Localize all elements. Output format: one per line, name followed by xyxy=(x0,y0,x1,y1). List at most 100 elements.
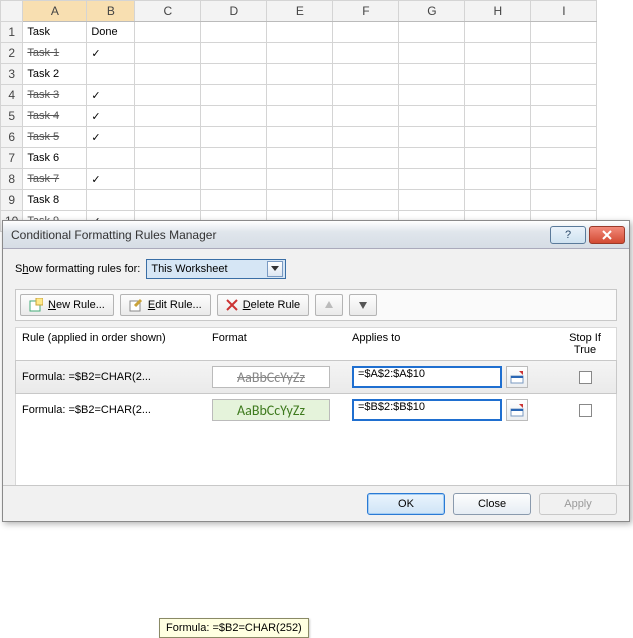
scope-combobox[interactable]: This Worksheet xyxy=(146,259,286,279)
cell-G8[interactable] xyxy=(399,169,465,190)
cell-C7[interactable] xyxy=(135,148,201,169)
range-selector-button[interactable] xyxy=(506,399,528,421)
cell-H8[interactable] xyxy=(465,169,531,190)
edit-rule-button[interactable]: Edit Rule... xyxy=(120,294,211,316)
cell-B4[interactable]: ✓ xyxy=(87,85,135,106)
delete-rule-button[interactable]: Delete Rule xyxy=(217,294,310,316)
cell-E6[interactable] xyxy=(267,127,333,148)
cell-E2[interactable] xyxy=(267,43,333,64)
col-header-F[interactable]: F xyxy=(333,1,399,22)
cell-F7[interactable] xyxy=(333,148,399,169)
cell-C6[interactable] xyxy=(135,127,201,148)
cell-G6[interactable] xyxy=(399,127,465,148)
row-header-8[interactable]: 8 xyxy=(1,169,23,190)
select-all-cell[interactable] xyxy=(1,1,23,22)
cell-F8[interactable] xyxy=(333,169,399,190)
cell-F1[interactable] xyxy=(333,22,399,43)
cell-D3[interactable] xyxy=(201,64,267,85)
cell-I1[interactable] xyxy=(531,22,597,43)
ok-button[interactable]: OK xyxy=(367,493,445,515)
cell-G9[interactable] xyxy=(399,190,465,211)
move-up-button[interactable] xyxy=(315,294,343,316)
apply-button[interactable]: Apply xyxy=(539,493,617,515)
cell-A6[interactable]: Task 5 xyxy=(23,127,87,148)
cell-D5[interactable] xyxy=(201,106,267,127)
cell-D7[interactable] xyxy=(201,148,267,169)
range-selector-button[interactable] xyxy=(506,366,528,388)
applies-to-input[interactable]: =$B$2:$B$10 xyxy=(352,399,502,421)
cell-A7[interactable]: Task 6 xyxy=(23,148,87,169)
cell-I2[interactable] xyxy=(531,43,597,64)
cell-B2[interactable]: ✓ xyxy=(87,43,135,64)
col-header-A[interactable]: A xyxy=(23,1,87,22)
col-header-H[interactable]: H xyxy=(465,1,531,22)
cell-I9[interactable] xyxy=(531,190,597,211)
cell-B5[interactable]: ✓ xyxy=(87,106,135,127)
cell-A5[interactable]: Task 4 xyxy=(23,106,87,127)
move-down-button[interactable] xyxy=(349,294,377,316)
rule-row[interactable]: Formula: =$B2=CHAR(2...AaBbCcYyZz=$A$2:$… xyxy=(15,360,617,394)
cell-E8[interactable] xyxy=(267,169,333,190)
stop-if-true-checkbox[interactable] xyxy=(579,404,592,417)
row-header-4[interactable]: 4 xyxy=(1,85,23,106)
cell-D9[interactable] xyxy=(201,190,267,211)
help-button[interactable]: ? xyxy=(550,226,586,244)
cell-G1[interactable] xyxy=(399,22,465,43)
cell-B9[interactable] xyxy=(87,190,135,211)
col-header-G[interactable]: G xyxy=(399,1,465,22)
spreadsheet-grid[interactable]: ABCDEFGHI1TaskDone2Task 1✓3Task 24Task 3… xyxy=(0,0,597,232)
cell-G2[interactable] xyxy=(399,43,465,64)
cell-G5[interactable] xyxy=(399,106,465,127)
cell-D8[interactable] xyxy=(201,169,267,190)
cell-I4[interactable] xyxy=(531,85,597,106)
cell-C1[interactable] xyxy=(135,22,201,43)
cell-I7[interactable] xyxy=(531,148,597,169)
cell-G4[interactable] xyxy=(399,85,465,106)
close-window-button[interactable] xyxy=(589,226,625,244)
row-header-6[interactable]: 6 xyxy=(1,127,23,148)
row-header-1[interactable]: 1 xyxy=(1,22,23,43)
cell-B1[interactable]: Done xyxy=(87,22,135,43)
row-header-3[interactable]: 3 xyxy=(1,64,23,85)
cell-A1[interactable]: Task xyxy=(23,22,87,43)
cell-E3[interactable] xyxy=(267,64,333,85)
cell-G7[interactable] xyxy=(399,148,465,169)
rule-row[interactable]: Formula: =$B2=CHAR(2...AaBbCcYyZz=$B$2:$… xyxy=(16,393,616,427)
cell-A2[interactable]: Task 1 xyxy=(23,43,87,64)
row-header-2[interactable]: 2 xyxy=(1,43,23,64)
dialog-titlebar[interactable]: Conditional Formatting Rules Manager ? xyxy=(3,221,629,249)
cell-C5[interactable] xyxy=(135,106,201,127)
col-header-E[interactable]: E xyxy=(267,1,333,22)
cell-F9[interactable] xyxy=(333,190,399,211)
cell-D1[interactable] xyxy=(201,22,267,43)
cell-H2[interactable] xyxy=(465,43,531,64)
cell-B7[interactable] xyxy=(87,148,135,169)
cell-D4[interactable] xyxy=(201,85,267,106)
cell-C3[interactable] xyxy=(135,64,201,85)
cell-F3[interactable] xyxy=(333,64,399,85)
cell-C8[interactable] xyxy=(135,169,201,190)
row-header-7[interactable]: 7 xyxy=(1,148,23,169)
cell-G3[interactable] xyxy=(399,64,465,85)
cell-B8[interactable]: ✓ xyxy=(87,169,135,190)
col-header-B[interactable]: B xyxy=(87,1,135,22)
cell-B3[interactable] xyxy=(87,64,135,85)
cell-E7[interactable] xyxy=(267,148,333,169)
cell-H1[interactable] xyxy=(465,22,531,43)
row-header-5[interactable]: 5 xyxy=(1,106,23,127)
cell-F2[interactable] xyxy=(333,43,399,64)
cell-C2[interactable] xyxy=(135,43,201,64)
cell-I6[interactable] xyxy=(531,127,597,148)
cell-D2[interactable] xyxy=(201,43,267,64)
cell-E9[interactable] xyxy=(267,190,333,211)
cell-I5[interactable] xyxy=(531,106,597,127)
close-button[interactable]: Close xyxy=(453,493,531,515)
cell-E4[interactable] xyxy=(267,85,333,106)
new-rule-button[interactable]: New Rule... xyxy=(20,294,114,316)
rules-list[interactable]: Formula: =$B2=CHAR(2...AaBbCcYyZz=$A$2:$… xyxy=(15,360,617,500)
cell-A9[interactable]: Task 8 xyxy=(23,190,87,211)
cell-C9[interactable] xyxy=(135,190,201,211)
cell-H7[interactable] xyxy=(465,148,531,169)
cell-F6[interactable] xyxy=(333,127,399,148)
cell-E1[interactable] xyxy=(267,22,333,43)
